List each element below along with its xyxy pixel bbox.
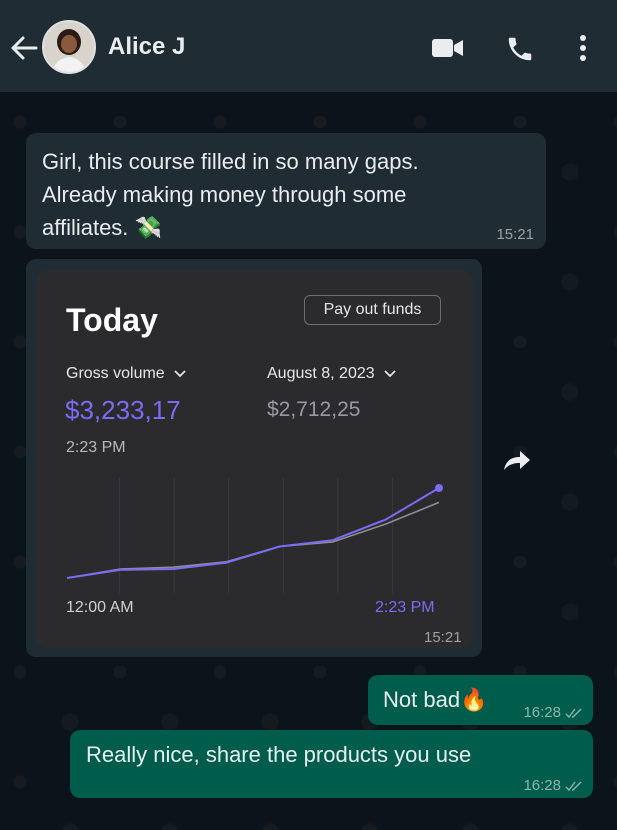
gross-volume-label: Gross volume (66, 365, 165, 382)
double-check-icon (565, 781, 582, 791)
payout-label: Pay out funds (323, 301, 422, 318)
double-check-icon (565, 708, 582, 718)
avatar-image (44, 22, 94, 72)
date-selector: August 8, 2023 (267, 365, 397, 383)
more-options-icon[interactable] (574, 34, 592, 62)
contact-name[interactable]: Alice J (108, 33, 185, 61)
avatar[interactable] (42, 20, 96, 74)
incoming-message[interactable]: Girl, this course filled in so many gaps… (26, 133, 546, 249)
back-arrow-icon[interactable] (8, 34, 40, 62)
message-text-line: Girl, this course filled in so many gaps… (42, 149, 419, 174)
message-time: 15:21 (424, 629, 462, 646)
gross-volume-selector: Gross volume (66, 365, 187, 383)
series-line-current (66, 487, 440, 579)
dashboard-screenshot[interactable]: Today Pay out funds Gross volume August … (36, 270, 473, 648)
message-time: 15:21 (496, 226, 534, 243)
line-chart (66, 478, 443, 593)
message-meta: 16:28 (523, 704, 583, 721)
message-text-line: Already making money through some (42, 182, 407, 207)
chevron-down-icon (384, 370, 396, 378)
message-text: Really nice, share the products you use (86, 742, 472, 767)
message-time: 16:28 (523, 777, 561, 794)
chevron-down-icon (174, 370, 186, 378)
message-text-line: affiliates. 💸 (42, 215, 162, 240)
axis-end-label: 2:23 PM (375, 599, 435, 616)
series-endpoint (435, 484, 443, 492)
date-label: August 8, 2023 (267, 365, 375, 382)
message-time: 16:28 (523, 704, 561, 721)
message-meta: 16:28 (523, 777, 583, 794)
phone-call-icon[interactable] (505, 34, 535, 64)
forward-icon[interactable] (500, 446, 532, 474)
chat-header: Alice J (0, 0, 617, 92)
payout-button: Pay out funds (304, 295, 441, 325)
video-call-icon[interactable] (431, 37, 465, 59)
dashboard-title: Today (66, 302, 158, 338)
gross-value: $3,233,17 (65, 395, 181, 425)
current-time-label: 2:23 PM (66, 439, 126, 456)
series-line-compare (66, 501, 440, 579)
outgoing-message[interactable]: Not bad🔥 16:28 (368, 675, 593, 725)
axis-start-label: 12:00 AM (66, 599, 134, 616)
compare-value: $2,712,25 (267, 398, 361, 421)
outgoing-message[interactable]: Really nice, share the products you use … (70, 730, 593, 798)
